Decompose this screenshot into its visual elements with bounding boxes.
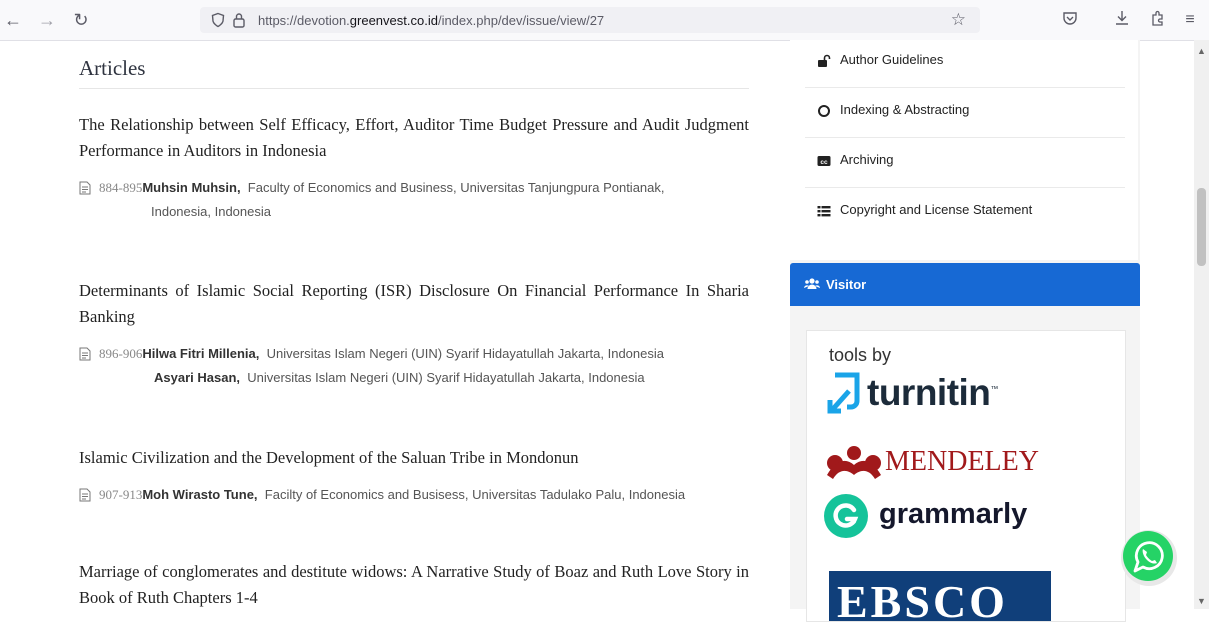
article-list: Articles The Relationship between Self E… [79, 40, 749, 609]
grammarly-mark-icon [824, 494, 868, 538]
pocket-icon[interactable] [1060, 10, 1080, 30]
visitor-label: Visitor [826, 277, 867, 292]
sidebar-item-indexing[interactable]: Indexing & Abstracting [805, 87, 1125, 138]
forward-icon[interactable]: → [36, 9, 58, 31]
section-title: Articles [79, 56, 146, 80]
page-range[interactable]: 896-906 [99, 346, 142, 361]
sidebar-item-label: Author Guidelines [840, 52, 944, 67]
page-scrollbar[interactable]: ▲ ▼ [1194, 40, 1209, 609]
article-meta: 884-895Muhsin Muhsin, Faculty of Economi… [79, 176, 749, 224]
browser-toolbar: ← → ↻ https://devotion.greenvest.co.id/i… [0, 0, 1209, 41]
article-meta: 907-913Moh Wirasto Tune, Facilty of Econ… [79, 483, 749, 507]
visitor-header: Visitor [790, 263, 1140, 306]
ebsco-logo[interactable]: EBSCO [829, 571, 1051, 621]
article-meta: 896-906Hilwa Fitri Millenia, Universitas… [79, 342, 749, 390]
mendeley-mark-icon [827, 446, 881, 479]
extensions-icon[interactable] [1148, 10, 1168, 30]
turnitin-logo[interactable]: turnitin™ [827, 371, 1027, 415]
pdf-file-icon[interactable] [79, 181, 91, 195]
grammarly-wordmark: grammarly [879, 498, 1028, 530]
users-icon [804, 278, 820, 289]
mendeley-wordmark: MENDELEY [885, 446, 1039, 477]
circle-icon [818, 105, 830, 117]
article-title-link[interactable]: Determinants of Islamic Social Reporting… [79, 278, 749, 330]
sidebar-menu: Author Guidelines Indexing & Abstracting… [790, 40, 1138, 260]
download-icon[interactable] [1112, 10, 1132, 30]
article-item: The Relationship between Self Efficacy, … [79, 112, 749, 224]
mendeley-logo[interactable]: MENDELEY [825, 443, 1045, 483]
author-name: Muhsin Muhsin, [142, 180, 241, 195]
author-affiliation: Faculty of Economics and Business, Unive… [247, 180, 665, 195]
author-affiliation: Universitas Islam Negeri (UIN) Syarif Hi… [247, 370, 645, 385]
author-affiliation: Universitas Islam Negeri (UIN) Syarif Hi… [266, 346, 664, 361]
page-range[interactable]: 884-895 [99, 180, 142, 195]
sidebar-item-label: Archiving [840, 152, 894, 167]
article-title-link[interactable]: Marriage of conglomerates and destitute … [79, 559, 749, 611]
sidebar-item-label: Copyright and License Statement [840, 202, 1033, 217]
grammarly-logo[interactable]: grammarly [823, 493, 1043, 539]
reload-icon[interactable]: ↻ [70, 9, 92, 31]
pdf-file-icon[interactable] [79, 347, 91, 361]
cc-icon: cc [817, 156, 831, 166]
author-name: Hilwa Fitri Millenia, [142, 346, 260, 361]
author-name: Moh Wirasto Tune, [142, 487, 258, 502]
tools-by-label: tools by [829, 345, 892, 365]
article-title-link[interactable]: The Relationship between Self Efficacy, … [79, 112, 749, 164]
bookmark-star-icon[interactable]: ☆ [951, 10, 966, 30]
scroll-down-icon[interactable]: ▼ [1197, 596, 1206, 606]
author-affiliation-cont: Indonesia, Indonesia [151, 204, 271, 219]
menu-icon[interactable]: ≡ [1180, 10, 1200, 30]
author-name: Asyari Hasan, [154, 370, 240, 385]
back-icon[interactable]: ← [2, 9, 24, 31]
sidebar: Author Guidelines Indexing & Abstracting… [790, 40, 1140, 622]
url-bar[interactable]: https://devotion.greenvest.co.id/index.p… [200, 7, 980, 33]
article-title-link[interactable]: Islamic Civilization and the Development… [79, 445, 749, 471]
whatsapp-icon[interactable] [1120, 529, 1178, 587]
author-affiliation: Facilty of Economics and Busisess, Unive… [264, 487, 686, 502]
url-text[interactable]: https://devotion.greenvest.co.id/index.p… [258, 13, 604, 28]
sidebar-item-archiving[interactable]: cc Archiving [805, 137, 1125, 188]
article-item: Marriage of conglomerates and destitute … [79, 559, 749, 611]
lock-icon[interactable] [232, 12, 246, 28]
svg-text:cc: cc [820, 159, 828, 166]
sidebar-item-label: Indexing & Abstracting [840, 102, 970, 117]
unlock-icon [818, 54, 831, 67]
article-item: Determinants of Islamic Social Reporting… [79, 278, 749, 390]
pdf-file-icon[interactable] [79, 488, 91, 502]
shield-icon[interactable] [210, 12, 226, 28]
sidebar-item-author-guidelines[interactable]: Author Guidelines [805, 37, 1125, 88]
list-icon [817, 206, 831, 217]
article-item: Islamic Civilization and the Development… [79, 445, 749, 507]
scrollbar-thumb[interactable] [1197, 188, 1206, 266]
sidebar-item-copyright[interactable]: Copyright and License Statement [805, 187, 1125, 237]
turnitin-wordmark: turnitin [867, 372, 991, 413]
scroll-up-icon[interactable]: ▲ [1197, 46, 1206, 56]
tools-card: tools by turnitin™ MENDELEY grammarly EB… [806, 330, 1126, 622]
divider [79, 88, 749, 89]
turnitin-mark-icon [827, 372, 860, 414]
page-range[interactable]: 907-913 [99, 487, 142, 502]
trademark-mark: ™ [990, 384, 998, 394]
ebsco-wordmark: EBSCO [837, 576, 1008, 621]
